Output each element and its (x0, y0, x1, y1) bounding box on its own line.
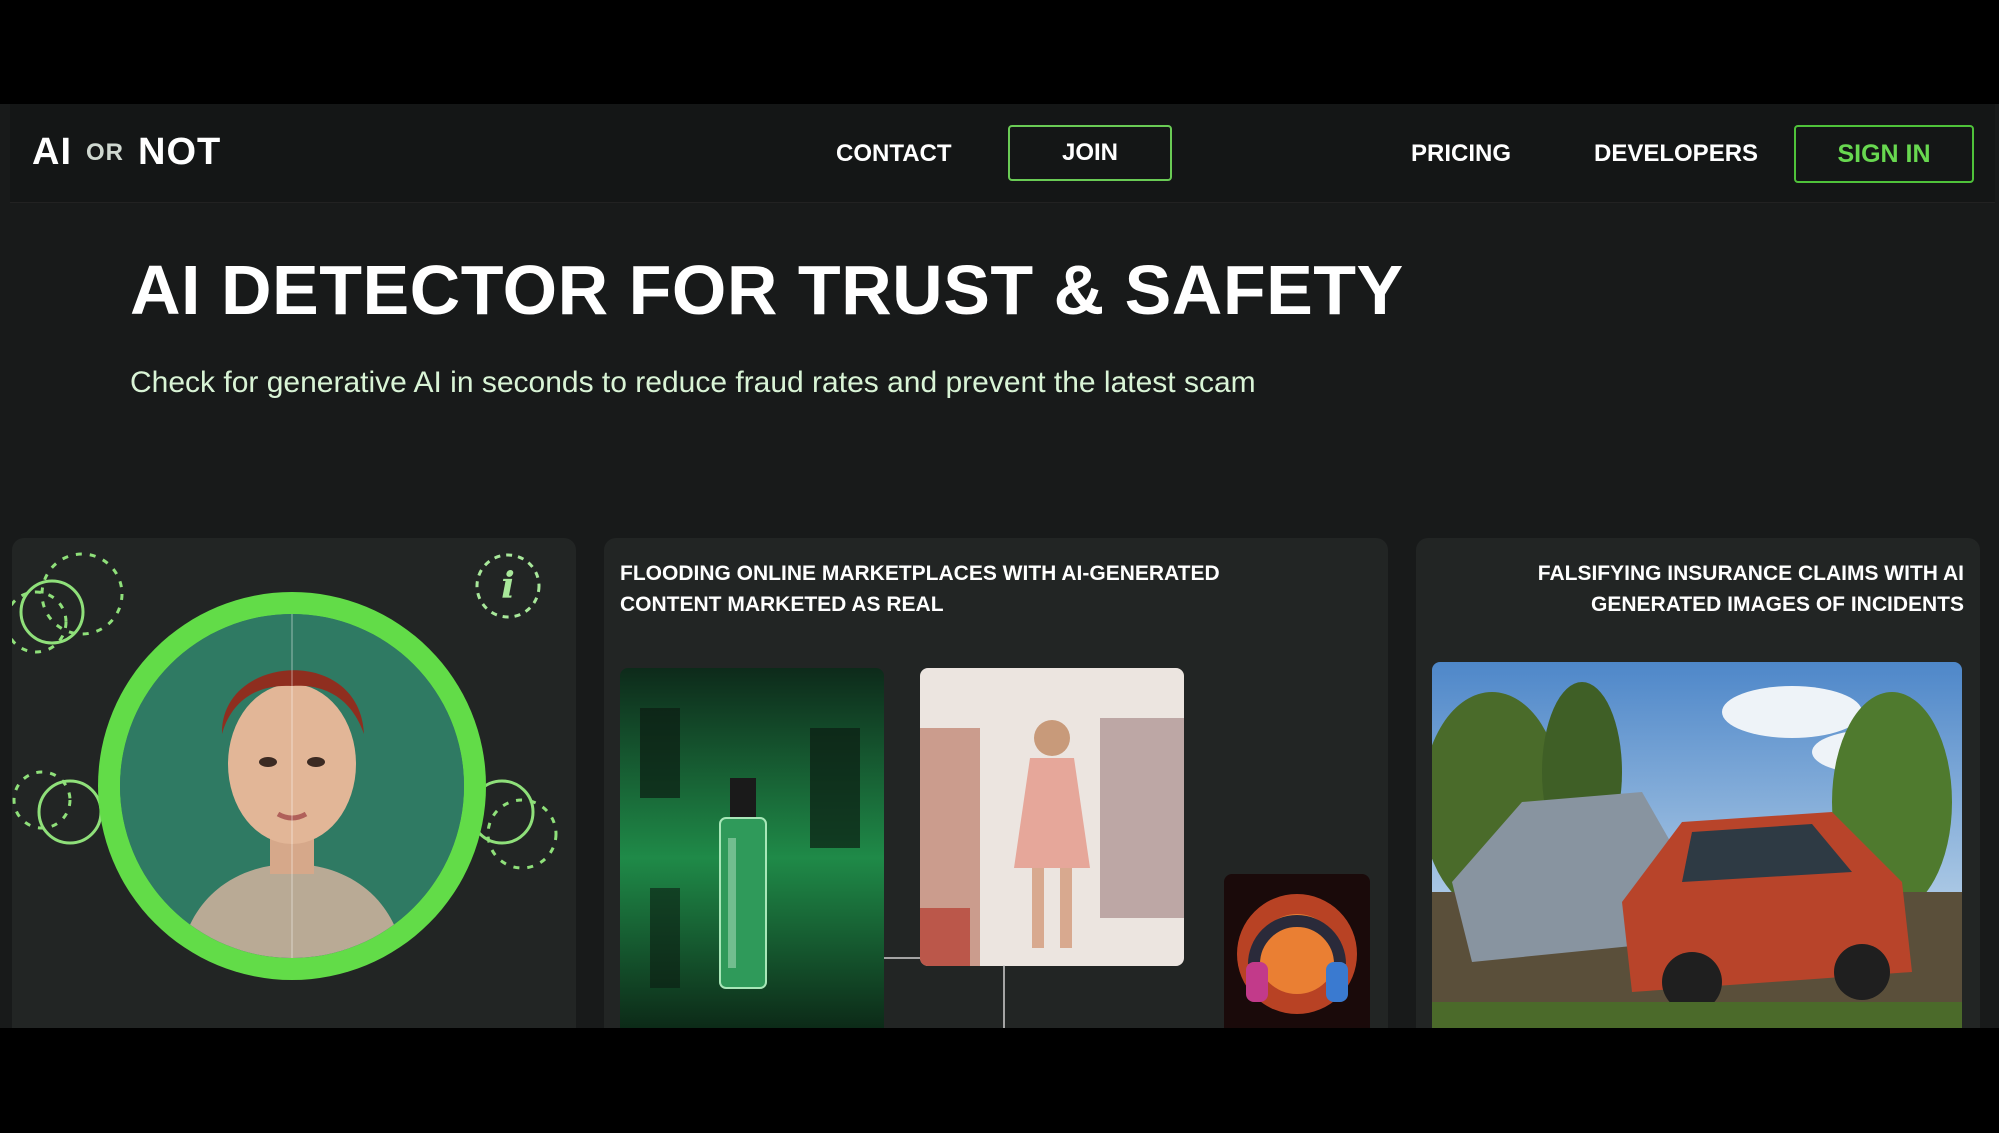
headphones-image (1224, 874, 1370, 1028)
detection-ring (98, 592, 486, 980)
sign-in-button[interactable]: SIGN IN (1794, 125, 1974, 183)
site-logo[interactable]: AI OR NOT (32, 131, 221, 174)
nav-developers-link[interactable]: DEVELOPERS (1594, 140, 1758, 168)
svg-text:i: i (501, 565, 515, 607)
info-icon[interactable]: i (472, 550, 544, 622)
marketplace-card: FLOODING ONLINE MARKETPLACES WITH AI-GEN… (604, 538, 1388, 1028)
marketplace-card-title: FLOODING ONLINE MARKETPLACES WITH AI-GEN… (620, 562, 1220, 616)
face-detection-card: i (12, 538, 576, 1028)
logo-or-text: OR (86, 138, 124, 166)
join-button[interactable]: JOIN (1008, 125, 1172, 181)
fashion-model-image (920, 668, 1184, 966)
portrait-image (120, 614, 464, 958)
nav-contact-link[interactable]: CONTACT (836, 140, 952, 168)
nav-pricing-link[interactable]: PRICING (1411, 140, 1511, 168)
top-navigation: AI OR NOT CONTACT JOIN PRICING DEVELOPER… (10, 104, 1995, 203)
insurance-card-title: FALSIFYING INSURANCE CLAIMS WITH AI GENE… (1537, 562, 1964, 616)
wrecked-cars-image (1432, 662, 1962, 1028)
hero-subtitle: Check for generative AI in seconds to re… (130, 366, 1256, 399)
logo-ai: AI (32, 131, 72, 173)
hero-title: AI DETECTOR FOR TRUST & SAFETY (130, 251, 1404, 329)
page: AI OR NOT CONTACT JOIN PRICING DEVELOPER… (0, 104, 1999, 1028)
logo-not: NOT (138, 131, 222, 173)
logo-or: OR (86, 139, 124, 167)
insurance-card: FALSIFYING INSURANCE CLAIMS WITH AI GENE… (1416, 538, 1980, 1028)
perfume-bottle-image (620, 668, 884, 1028)
